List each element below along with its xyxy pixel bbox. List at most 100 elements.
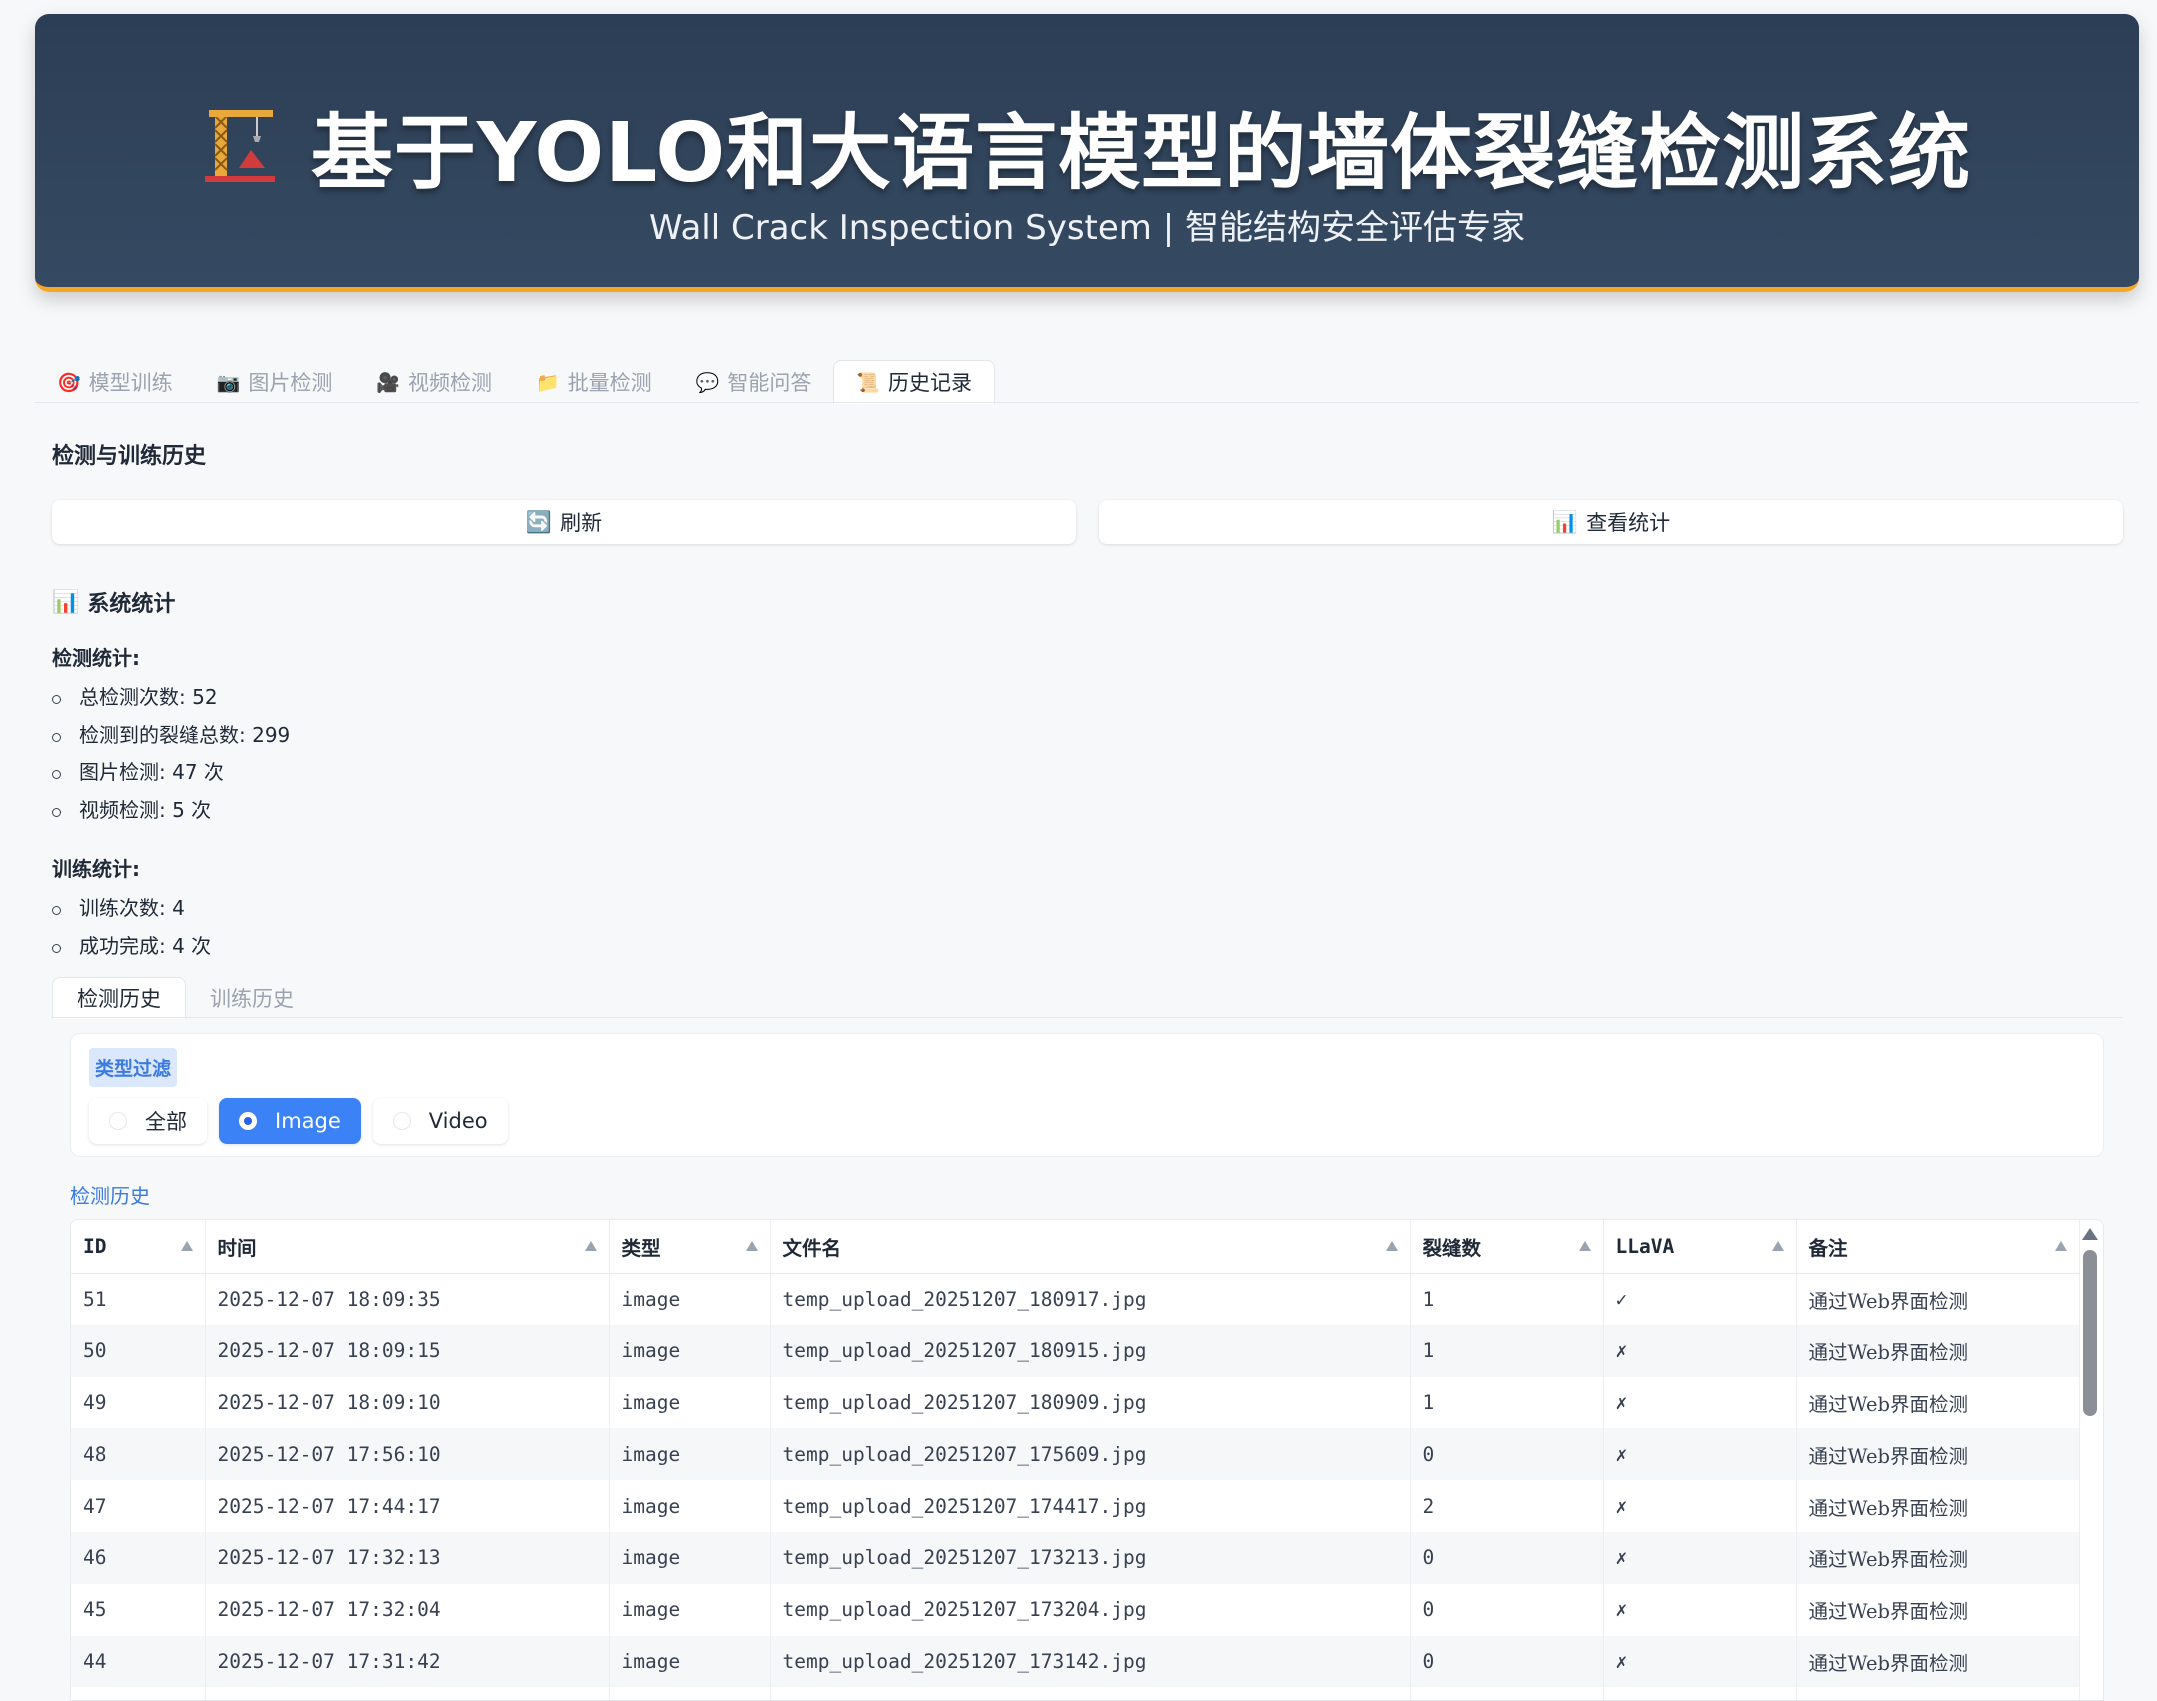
sort-icon[interactable] — [1385, 1241, 1398, 1251]
cell-crack-count: 2 — [1410, 1480, 1604, 1532]
cell-crack-count: 0 — [1410, 1428, 1604, 1481]
refresh-button[interactable]: 🔄 刷新 — [52, 500, 1076, 544]
detection-stats-title: 检测统计: — [52, 646, 140, 670]
column-header-crack-count[interactable]: 裂缝数 — [1410, 1220, 1604, 1274]
table-row[interactable]: 49 2025-12-07 18:09:10 image temp_upload_20… — [71, 1376, 2080, 1429]
cell-note: 通过Web界面检测 — [1796, 1376, 2080, 1429]
scrollbar-thumb[interactable] — [2083, 1250, 2097, 1416]
sort-icon[interactable] — [2054, 1241, 2067, 1251]
cell-type: image — [609, 1635, 771, 1688]
tab-training-history[interactable]: 训练历史 — [186, 977, 318, 1019]
tab-label: 智能问答 — [727, 371, 812, 395]
cell-filename: temp_upload_20251207_173204.jpg — [770, 1583, 1411, 1636]
column-header-id[interactable]: ID — [71, 1220, 206, 1274]
column-header-filename[interactable]: 文件名 — [770, 1220, 1411, 1274]
table-row[interactable]: 47 2025-12-07 17:44:17 image temp_upload_20… — [71, 1480, 2080, 1532]
radio-checked-icon — [239, 1112, 257, 1130]
table-row[interactable]: 50 2025-12-07 18:09:15 image temp_upload_20… — [71, 1324, 2080, 1377]
system-stats: 📊 系统统计 检测统计: 总检测次数: 52 检测到的裂缝总数: 299 图片检… — [52, 586, 290, 965]
cell-id: 47 — [71, 1480, 206, 1532]
cell-crack-count: 0 — [1410, 1635, 1604, 1688]
bar-chart-icon: 📊 — [52, 589, 80, 615]
tab-image-detection[interactable]: 📷 图片检测 — [195, 360, 355, 404]
table-row[interactable]: 51 2025-12-07 18:09:35 image temp_upload_20… — [71, 1273, 2080, 1325]
table-scrollbar[interactable] — [2082, 1228, 2098, 1698]
stat-training-success: 成功完成: 4 次 — [52, 928, 290, 966]
view-stats-button[interactable]: 📊 查看统计 — [1099, 500, 2123, 544]
cell-id: 51 — [71, 1273, 206, 1325]
column-header-time[interactable]: 时间 — [205, 1220, 610, 1274]
tab-label: 视频检测 — [408, 371, 493, 395]
table-row[interactable]: 44 2025-12-07 17:31:42 image temp_upload_20… — [71, 1635, 2080, 1688]
cell-llava: ✓ — [1603, 1273, 1797, 1325]
table-header-row: ID 时间 类型 文件名 裂缝数 LLaVA 备注 — [71, 1220, 2080, 1274]
sort-icon[interactable] — [584, 1241, 597, 1251]
stats-heading-label: 系统统计 — [87, 592, 176, 617]
cell-id: 45 — [71, 1583, 206, 1636]
filter-option-image[interactable]: Image — [219, 1098, 361, 1144]
history-table: ID 时间 类型 文件名 裂缝数 LLaVA 备注 51 2025-12-07 1… — [70, 1219, 2104, 1701]
cell-id — [71, 1687, 206, 1700]
stat-total-detections: 总检测次数: 52 — [52, 679, 290, 717]
cell-llava: ✗ — [1603, 1531, 1797, 1584]
cell-filename: temp_upload_20251207_173213.jpg — [770, 1531, 1411, 1584]
cell-type — [609, 1687, 771, 1700]
sort-icon[interactable] — [180, 1241, 193, 1251]
sort-icon[interactable] — [745, 1241, 758, 1251]
cell-filename: temp_upload_20251207_180909.jpg — [770, 1376, 1411, 1429]
cell-crack-count: 0 — [1410, 1531, 1604, 1584]
cell-llava: ✗ — [1603, 1635, 1797, 1688]
table-row[interactable]: 48 2025-12-07 17:56:10 image temp_upload_20… — [71, 1428, 2080, 1481]
cell-type: image — [609, 1376, 771, 1429]
column-header-type[interactable]: 类型 — [609, 1220, 771, 1274]
cell-id: 49 — [71, 1376, 206, 1429]
stat-total-cracks: 检测到的裂缝总数: 299 — [52, 717, 290, 755]
type-filter: 类型过滤 全部 Image Video — [70, 1033, 2104, 1157]
table-row[interactable]: 45 2025-12-07 17:32:04 image temp_upload_20… — [71, 1583, 2080, 1636]
filter-option-all[interactable]: 全部 — [89, 1098, 207, 1144]
tab-model-training[interactable]: 🎯 模型训练 — [35, 360, 195, 404]
cell-type: image — [609, 1428, 771, 1481]
main-tab-bar: 🎯 模型训练 📷 图片检测 🎥 视频检测 📁 批量检测 💬 智能问答 📜 历史记… — [35, 360, 996, 404]
cell-note: 通过Web界面检测 — [1796, 1324, 2080, 1377]
cell-note: 通过Web界面检测 — [1796, 1635, 2080, 1688]
sort-icon[interactable] — [1771, 1241, 1784, 1251]
section-title: 检测与训练历史 — [52, 444, 207, 469]
table-row[interactable] — [71, 1687, 2080, 1700]
cell-crack-count: 0 — [1410, 1583, 1604, 1636]
cell-type: image — [609, 1583, 771, 1636]
cell-filename — [770, 1687, 1411, 1700]
cell-time: 2025-12-07 17:44:17 — [205, 1480, 610, 1532]
cell-llava: ✗ — [1603, 1583, 1797, 1636]
scroll-up-icon[interactable] — [2082, 1228, 2098, 1240]
bar-chart-icon: 📊 — [1551, 509, 1579, 534]
tab-history[interactable]: 📜 历史记录 — [833, 360, 996, 404]
cell-llava: ✗ — [1603, 1428, 1797, 1481]
table-body: 51 2025-12-07 18:09:35 image temp_upload_20… — [71, 1273, 2080, 1700]
cell-note: 通过Web界面检测 — [1796, 1428, 2080, 1481]
cell-type: image — [609, 1324, 771, 1377]
tab-batch-detection[interactable]: 📁 批量检测 — [514, 360, 674, 404]
filter-option-label: Image — [275, 1109, 341, 1133]
cell-time: 2025-12-07 17:32:13 — [205, 1531, 610, 1584]
tab-detection-history[interactable]: 检测历史 — [52, 977, 186, 1019]
cell-filename: temp_upload_20251207_173142.jpg — [770, 1635, 1411, 1688]
sort-icon[interactable] — [1578, 1241, 1591, 1251]
cell-crack-count: 1 — [1410, 1376, 1604, 1429]
column-header-llava[interactable]: LLaVA — [1603, 1220, 1797, 1274]
tab-video-detection[interactable]: 🎥 视频检测 — [354, 360, 514, 404]
target-icon: 🎯 — [57, 371, 81, 394]
filter-option-video[interactable]: Video — [372, 1098, 508, 1144]
column-header-note[interactable]: 备注 — [1796, 1220, 2080, 1274]
stat-training-count: 训练次数: 4 — [52, 890, 290, 928]
tab-smart-qa[interactable]: 💬 智能问答 — [674, 360, 834, 404]
refresh-button-label: 刷新 — [560, 511, 603, 535]
stat-image-detections: 图片检测: 47 次 — [52, 754, 290, 792]
cell-time: 2025-12-07 17:56:10 — [205, 1428, 610, 1481]
cell-id: 50 — [71, 1324, 206, 1377]
app-header: 基于YOLO和大语言模型的墙体裂缝检测系统 Wall Crack Inspect… — [35, 14, 2139, 292]
cell-note: 通过Web界面检测 — [1796, 1273, 2080, 1325]
cell-id: 48 — [71, 1428, 206, 1481]
table-row[interactable]: 46 2025-12-07 17:32:13 image temp_upload_20… — [71, 1531, 2080, 1584]
cell-time: 2025-12-07 18:09:35 — [205, 1273, 610, 1325]
